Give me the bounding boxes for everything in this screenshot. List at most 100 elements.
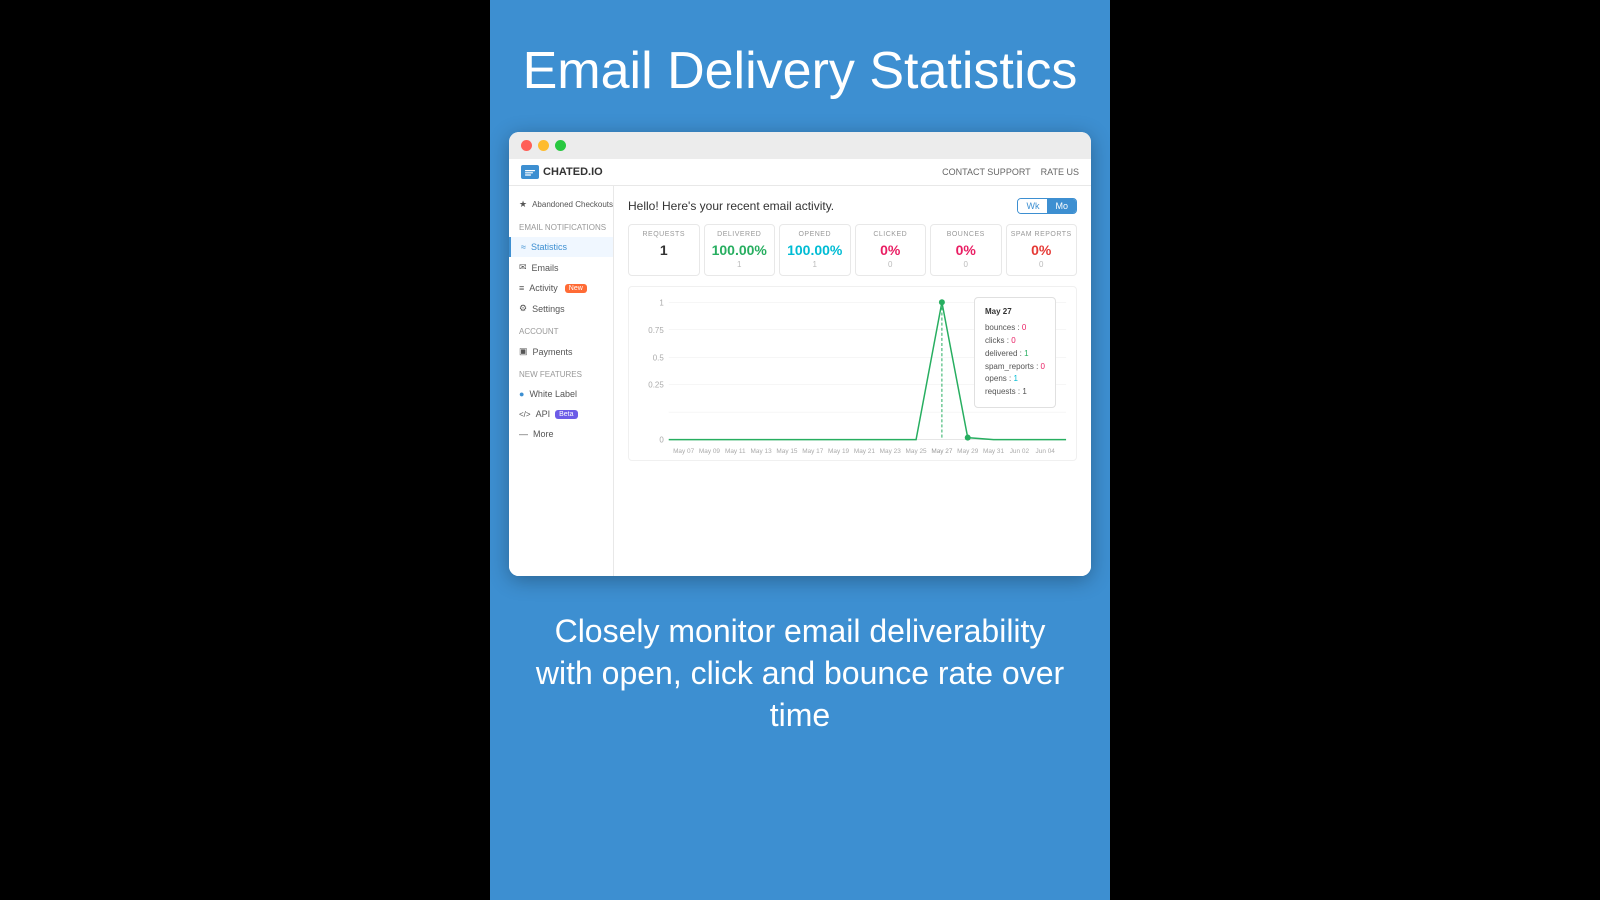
contact-support-link[interactable]: CONTACT SUPPORT <box>942 167 1031 177</box>
sidebar-item-settings[interactable]: ⚙ Settings <box>509 298 613 319</box>
more-icon: — <box>519 429 528 439</box>
stat-card-requests: REQUESTS 1 <box>628 224 700 276</box>
sidebar-item-abandoned-checkouts[interactable]: ★ Abandoned Checkouts <box>509 194 613 215</box>
stat-label-delivered: DELIVERED <box>709 231 771 238</box>
svg-text:May 19: May 19 <box>828 448 849 455</box>
svg-text:May 23: May 23 <box>880 448 901 455</box>
stat-card-delivered: DELIVERED 100.00% 1 <box>704 224 776 276</box>
main-wrapper: Hello! Here's your recent email activity… <box>614 186 1091 576</box>
rate-us-link[interactable]: RATE US <box>1041 167 1079 177</box>
sidebar-section-account: Account <box>509 319 613 341</box>
stat-value-requests: 1 <box>633 242 695 258</box>
svg-text:May 13: May 13 <box>751 448 772 455</box>
page-title: Email Delivery Statistics <box>493 0 1108 132</box>
sidebar-label: Settings <box>532 304 565 314</box>
right-black-panel <box>1110 0 1600 900</box>
sidebar-item-api[interactable]: </> API Beta <box>509 404 613 424</box>
tooltip-opens: opens : 1 <box>985 373 1045 386</box>
logo-text: CHATED.IO <box>543 166 603 178</box>
stat-value-opened: 100.00% <box>784 242 846 258</box>
stat-value-spam: 0% <box>1011 242 1073 258</box>
stat-sub-delivered: 1 <box>709 260 771 269</box>
svg-text:May 31: May 31 <box>983 448 1004 455</box>
stat-value-delivered: 100.00% <box>709 242 771 258</box>
sidebar-label: Payments <box>533 347 573 357</box>
sidebar-label: Abandoned Checkouts <box>532 200 613 209</box>
tooltip-clicks: clicks : 0 <box>985 335 1045 348</box>
stat-value-clicked: 0% <box>860 242 922 258</box>
activity-icon: ≡ <box>519 283 524 293</box>
sidebar-label: API <box>536 409 551 419</box>
chart-area: 1 0.75 0.5 0.25 0 May 07 May 09 May 11 M… <box>628 286 1077 461</box>
payments-icon: ▣ <box>519 346 528 357</box>
period-toggle: Wk Mo <box>1017 198 1077 214</box>
svg-text:May 27: May 27 <box>931 448 952 455</box>
main-content: Hello! Here's your recent email activity… <box>614 186 1091 576</box>
settings-icon: ⚙ <box>519 303 527 314</box>
svg-text:May 11: May 11 <box>725 448 746 455</box>
stats-icon: ≈ <box>521 242 526 252</box>
sidebar-item-white-label[interactable]: ● White Label <box>509 384 613 404</box>
browser-window: CHATED.IO CONTACT SUPPORT RATE US ★ Aban… <box>509 132 1091 576</box>
sidebar: ★ Abandoned Checkouts Email Notification… <box>509 186 614 576</box>
window-close-dot[interactable] <box>521 140 532 151</box>
stat-label-spam: SPAM REPORTS <box>1011 231 1073 238</box>
stat-sub-bounces: 0 <box>935 260 997 269</box>
sidebar-label: Statistics <box>531 242 567 252</box>
tooltip-bounces: bounces : 0 <box>985 322 1045 335</box>
stat-label-clicked: CLICKED <box>860 231 922 238</box>
svg-text:1: 1 <box>659 299 664 308</box>
svg-text:0.5: 0.5 <box>653 354 665 363</box>
app-content: ★ Abandoned Checkouts Email Notification… <box>509 186 1091 576</box>
cart-icon: ★ <box>519 199 527 210</box>
bottom-subtitle: Closely monitor email deliverability wit… <box>490 576 1110 776</box>
stat-card-opened: OPENED 100.00% 1 <box>779 224 851 276</box>
sidebar-item-statistics[interactable]: ≈ Statistics <box>509 237 613 257</box>
svg-text:0.25: 0.25 <box>648 381 664 390</box>
svg-text:May 07: May 07 <box>673 448 694 455</box>
svg-text:May 15: May 15 <box>776 448 797 455</box>
stats-header: Hello! Here's your recent email activity… <box>628 198 1077 214</box>
stat-sub-opened: 1 <box>784 260 846 269</box>
svg-text:Jun 02: Jun 02 <box>1010 448 1030 455</box>
sidebar-label: More <box>533 429 554 439</box>
svg-text:Jun 04: Jun 04 <box>1036 448 1056 455</box>
left-black-panel <box>0 0 490 900</box>
header-actions: CONTACT SUPPORT RATE US <box>942 167 1079 177</box>
tooltip-delivered: delivered : 1 <box>985 348 1045 361</box>
sidebar-label: White Label <box>529 389 577 399</box>
sidebar-label: Activity <box>529 283 558 293</box>
stat-value-bounces: 0% <box>935 242 997 258</box>
sidebar-section-new-features: New Features <box>509 362 613 384</box>
api-icon: </> <box>519 410 531 419</box>
sidebar-item-payments[interactable]: ▣ Payments <box>509 341 613 362</box>
stat-card-spam: SPAM REPORTS 0% 0 <box>1006 224 1078 276</box>
svg-text:May 17: May 17 <box>802 448 823 455</box>
stat-label-opened: OPENED <box>784 231 846 238</box>
period-week-button[interactable]: Wk <box>1018 199 1047 213</box>
white-label-icon: ● <box>519 389 524 399</box>
stat-card-clicked: CLICKED 0% 0 <box>855 224 927 276</box>
tooltip-date: May 27 <box>985 306 1045 319</box>
stat-sub-clicked: 0 <box>860 260 922 269</box>
sidebar-item-emails[interactable]: ✉ Emails <box>509 257 613 278</box>
svg-text:May 25: May 25 <box>906 448 927 455</box>
stats-greeting: Hello! Here's your recent email activity… <box>628 199 834 213</box>
beta-badge: Beta <box>555 410 577 419</box>
window-minimize-dot[interactable] <box>538 140 549 151</box>
tooltip-requests: requests : 1 <box>985 386 1045 399</box>
period-month-button[interactable]: Mo <box>1047 199 1076 213</box>
logo-icon <box>521 165 539 179</box>
sidebar-item-activity[interactable]: ≡ Activity New <box>509 278 613 298</box>
stat-sub-requests <box>633 260 695 269</box>
chart-tooltip: May 27 bounces : 0 clicks : 0 delivered … <box>974 297 1056 408</box>
tooltip-spam: spam_reports : 0 <box>985 361 1045 374</box>
stat-label-requests: REQUESTS <box>633 231 695 238</box>
svg-text:May 21: May 21 <box>854 448 875 455</box>
stat-sub-spam: 0 <box>1011 260 1073 269</box>
email-icon: ✉ <box>519 262 527 273</box>
sidebar-item-more[interactable]: — More <box>509 424 613 444</box>
app-header-bar: CHATED.IO CONTACT SUPPORT RATE US <box>509 159 1091 186</box>
stats-cards: REQUESTS 1 DELIVERED 100.00% 1 OPENED 10… <box>628 224 1077 276</box>
window-maximize-dot[interactable] <box>555 140 566 151</box>
